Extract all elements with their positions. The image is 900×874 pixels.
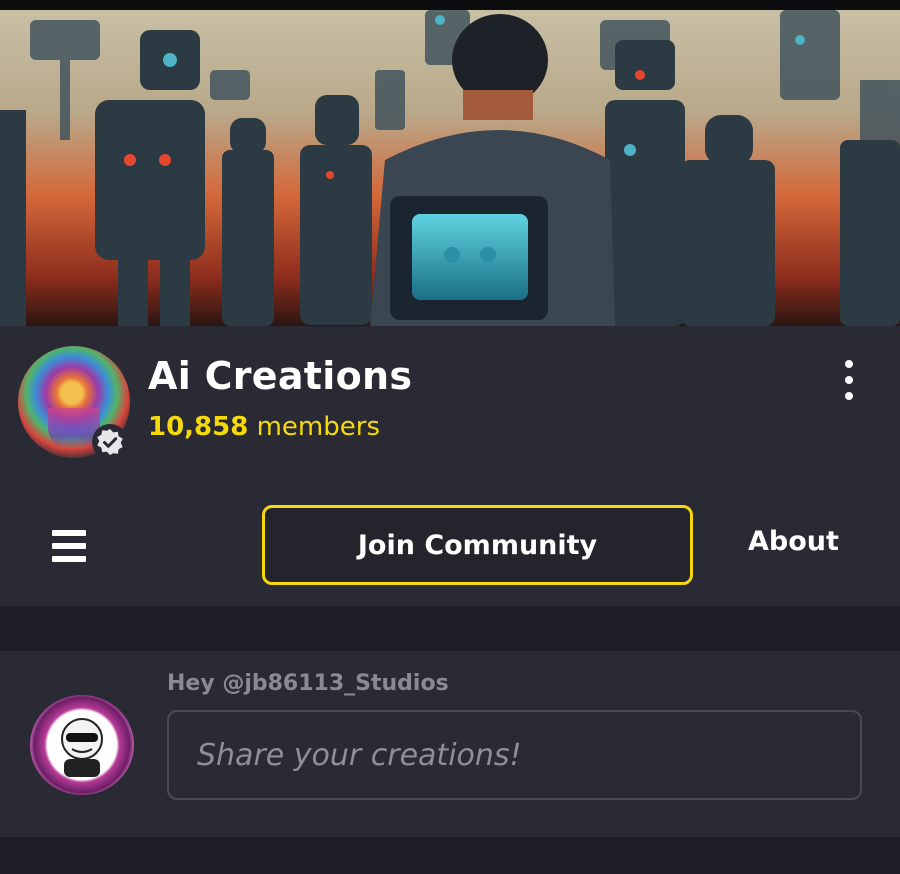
community-banner (0, 0, 900, 326)
user-avatar-artwork (61, 718, 103, 777)
composer-greeting: Hey @jb86113_Studios (167, 671, 449, 696)
join-community-button[interactable]: Join Community (262, 505, 693, 585)
member-count: 10,858 members (148, 412, 380, 442)
member-count-label: members (248, 412, 380, 442)
hamburger-icon[interactable] (52, 530, 86, 562)
banner-artwork (0, 0, 900, 326)
post-composer: Hey @jb86113_Studios Share your creation… (0, 651, 900, 837)
community-title: Ai Creations (148, 354, 413, 398)
about-tab[interactable]: About (748, 526, 839, 557)
kebab-menu-icon[interactable] (836, 360, 862, 400)
share-creations-input[interactable]: Share your creations! (167, 710, 862, 800)
user-avatar[interactable] (30, 695, 134, 795)
community-header: Ai Creations 10,858 members Join Communi… (0, 326, 900, 606)
verified-badge-icon (92, 424, 128, 460)
member-count-number: 10,858 (148, 412, 249, 442)
bottom-divider (0, 837, 900, 874)
section-divider (0, 606, 900, 651)
